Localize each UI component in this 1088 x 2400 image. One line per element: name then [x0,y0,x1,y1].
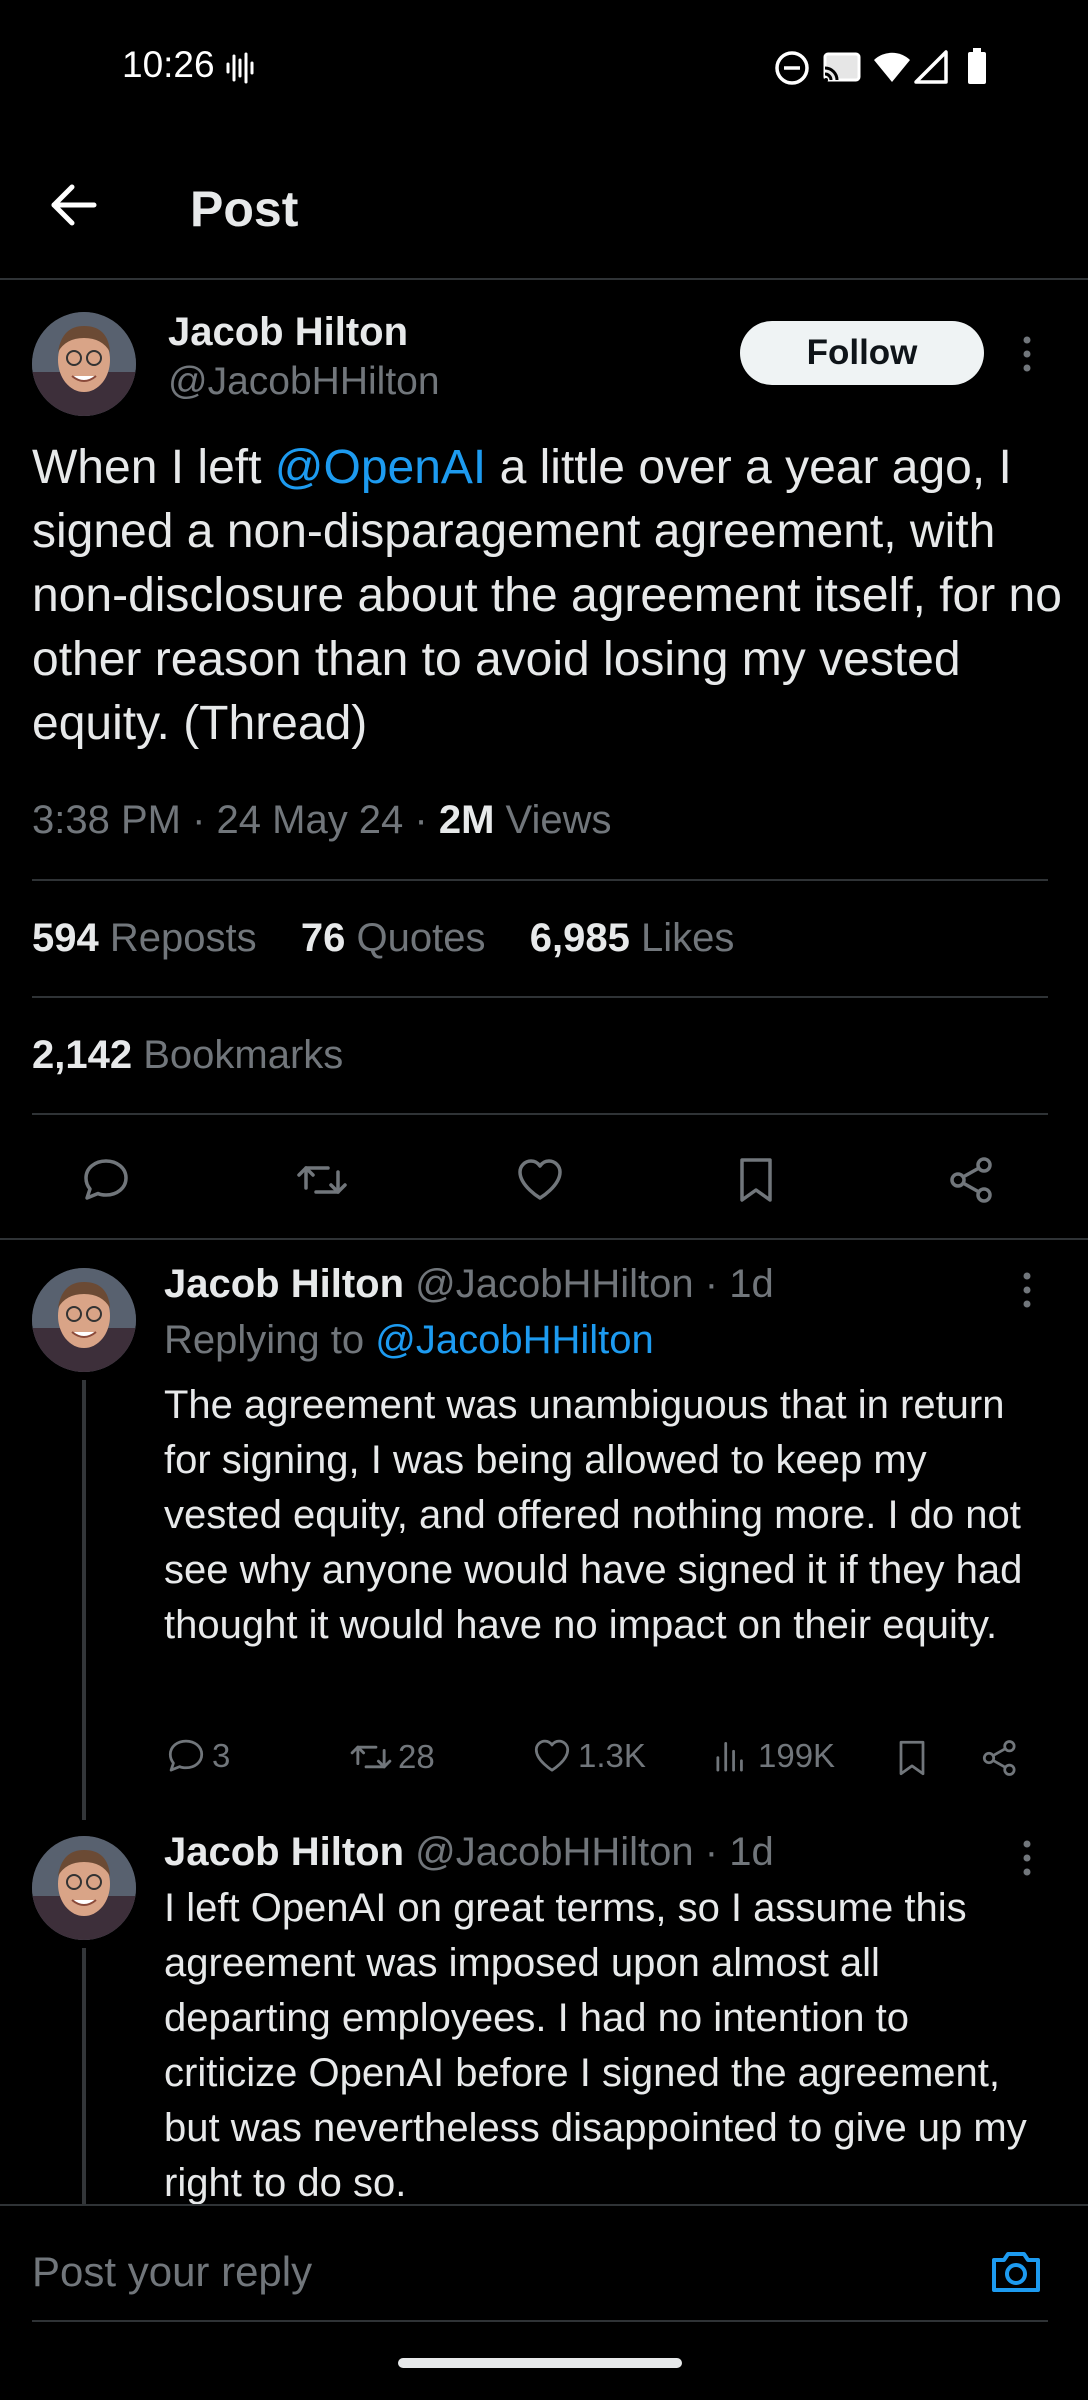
likes-stat[interactable]: 6,985 Likes [530,916,735,960]
avatar[interactable] [32,1268,136,1372]
heart-icon [518,1159,562,1200]
reply-icon [168,1739,204,1772]
reply-replies-count: 3 [212,1737,231,1774]
reply-actions: 3 28 1.3K 199K [164,1734,1044,1786]
share-icon [982,1740,1016,1776]
camera-button[interactable] [988,2244,1044,2300]
quotes-stat[interactable]: 76 Quotes [301,916,486,960]
signal-icon [914,50,948,84]
follow-button[interactable]: Follow [740,321,984,385]
follow-button-label: Follow [806,333,918,372]
status-time: 10:26 [122,44,215,85]
quotes-label: Quotes [356,916,486,960]
reply-views-count: 199K [758,1737,836,1774]
arrow-left-icon [51,184,97,226]
reposts-count: 594 [32,916,99,960]
mention-link[interactable]: @OpenAI [275,441,487,494]
more-options-icon[interactable] [1014,1838,1040,1878]
reply-header: Jacob Hilton @JacobHHilton · 1d [164,1830,774,1874]
share-icon [950,1157,992,1203]
reply-like-button[interactable]: 1.3K [530,1734,646,1778]
reply-author-name[interactable]: Jacob Hilton [164,1262,404,1306]
bookmarks-divider [32,1113,1048,1115]
back-button[interactable] [40,170,110,240]
author-name[interactable]: Jacob Hilton [168,310,408,355]
reply-likes-count: 1.3K [578,1737,646,1774]
reply-author-handle[interactable]: @JacobHHilton [415,1262,694,1306]
bookmark-icon [899,1740,925,1776]
home-indicator[interactable] [398,2358,682,2368]
stats-divider [32,996,1048,998]
reposts-stat[interactable]: 594 Reposts [32,916,257,960]
heart-icon [534,1739,570,1772]
likes-label: Likes [640,916,735,960]
reply-author-handle[interactable]: @JacobHHilton [415,1830,694,1874]
composer-top-divider [0,2204,1088,2206]
likes-count: 6,985 [529,916,630,960]
author-handle[interactable]: @JacobHHilton [168,360,440,404]
reply-button[interactable] [78,1152,134,1208]
bookmark-icon [740,1158,772,1202]
header-divider [0,278,1088,280]
share-button[interactable] [944,1152,1000,1208]
engagement-stats: 594 Reposts 76 Quotes 6,985 Likes [32,916,734,961]
reposts-label: Reposts [109,916,257,960]
post-text-before: When I left [32,441,275,494]
reply-age: 1d [729,1262,774,1306]
composer-bottom-divider [32,2320,1048,2322]
post-date: 24 May 24 [216,798,404,842]
thread-line [82,1380,86,1820]
post-meta: 3:38 PM · 24 May 24 · 2M Views [32,798,612,842]
avatar[interactable] [32,312,136,416]
reply-views-button[interactable]: 199K [710,1734,835,1778]
bookmarks-stat[interactable]: 2,142 Bookmarks [32,1033,343,1078]
page-title: Post [190,181,299,237]
post-time: 3:38 PM [32,798,181,842]
views-label: Views [505,798,612,842]
replying-handle-link[interactable]: @JacobHHilton [375,1318,654,1362]
replying-to: Replying to @JacobHHilton [164,1318,654,1363]
composer-bar: Post your reply [0,2204,1088,2400]
camera-icon [992,2252,1040,2292]
battery-icon [966,48,988,86]
repost-button[interactable] [294,1152,350,1208]
reply-age: 1d [729,1830,774,1874]
status-bar: 10:26 [0,0,1088,130]
reply-repost-button[interactable]: 28 [348,1734,435,1780]
views-icon [716,1742,743,1772]
repost-icon [297,1166,347,1194]
reply-text: The agreement was unambiguous that in re… [164,1383,1023,1647]
like-button[interactable] [512,1152,568,1208]
bookmarks-count: 2,142 [32,1033,133,1077]
avatar[interactable] [32,1836,136,1940]
bookmarks-label: Bookmarks [143,1033,344,1077]
wifi-icon [872,50,912,84]
more-options-icon[interactable] [1014,334,1040,374]
reply-icon [84,1159,128,1200]
views-count: 2M [438,798,495,842]
reply-author-name[interactable]: Jacob Hilton [164,1830,404,1874]
reply-input[interactable]: Post your reply [32,2248,932,2296]
thread-line [82,1948,86,2204]
more-options-icon[interactable] [1014,1270,1040,1310]
reply-bookmark-button[interactable] [890,1736,934,1780]
audio-wave-icon [225,50,255,86]
repost-icon [350,1745,392,1769]
meta-divider [32,879,1048,881]
actions-divider [0,1238,1088,1240]
reply-reposts-count: 28 [398,1738,435,1775]
bookmark-button[interactable] [728,1152,784,1208]
reply-share-button[interactable] [978,1736,1022,1780]
replying-prefix: Replying to [164,1318,365,1362]
cast-icon [822,50,862,86]
reply-count-button[interactable]: 3 [164,1734,230,1778]
dnd-icon [774,50,810,86]
quotes-count: 76 [300,916,346,960]
reply-header: Jacob Hilton @JacobHHilton · 1d [164,1262,774,1306]
reply-text: I left OpenAI on great terms, so I assum… [164,1886,1027,2204]
post-text: When I left @OpenAI a little over a year… [32,436,1062,756]
